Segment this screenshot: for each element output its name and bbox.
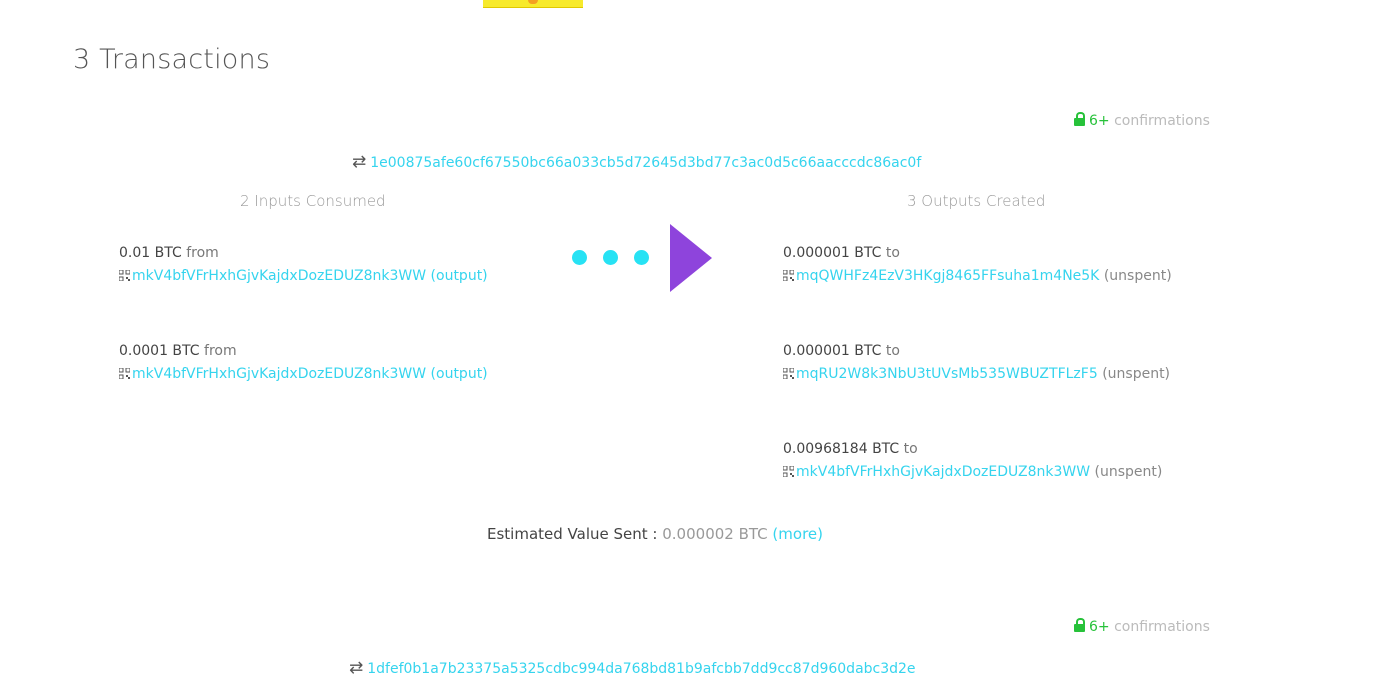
qr-code-icon[interactable]	[119, 270, 130, 281]
confirmations-badge: 6+ confirmations	[1074, 112, 1210, 129]
input-amount: 0.01 BTC	[119, 245, 182, 261]
flow-arrow-head	[670, 224, 712, 292]
swap-arrows-icon: ⇄	[352, 152, 367, 172]
output-status: (unspent)	[1103, 268, 1172, 284]
confirmations-count: 6+	[1089, 113, 1110, 129]
tx-hash-link[interactable]: 1dfef0b1a7b23375a5325cdbc994da768bd81b9a…	[367, 661, 915, 677]
confirmations-badge: 6+ confirmations	[1074, 618, 1210, 635]
output-amount: 0.00968184 BTC	[783, 441, 900, 457]
estimated-value-sent: Estimated Value Sent : 0.000002 BTC (mor…	[487, 525, 823, 543]
site-logo-fragment[interactable]	[483, 0, 583, 8]
inputs-heading: 2 Inputs Consumed	[240, 192, 386, 210]
qr-code-icon[interactable]	[783, 368, 794, 379]
output-address-link[interactable]: mkV4bfVFrHxhGjvKajdxDozEDUZ8nk3WW	[796, 464, 1090, 480]
output-amount: 0.000001 BTC	[783, 245, 882, 261]
outputs-heading: 3 Outputs Created	[907, 192, 1046, 210]
confirmations-label: confirmations	[1114, 619, 1210, 635]
qr-code-icon[interactable]	[783, 466, 794, 477]
output-to-label: to	[903, 441, 918, 457]
page-title: 3 Transactions	[73, 44, 271, 75]
tx-hash-link[interactable]: 1e00875afe60cf67550bc66a033cb5d72645d3bd…	[370, 155, 921, 171]
output-address-link[interactable]: mqRU2W8k3NbU3tUVsMb535WBUZTFLzF5	[796, 366, 1098, 382]
input-item: 0.0001 BTC from mkV4bfVFrHxhGjvKajdxDozE…	[119, 340, 488, 386]
input-from-label: from	[204, 343, 237, 359]
more-link[interactable]: (more)	[772, 525, 823, 543]
flow-dot	[572, 250, 587, 265]
output-amount: 0.000001 BTC	[783, 343, 882, 359]
tx-hash-row: ⇄ 1dfef0b1a7b23375a5325cdbc994da768bd81b9…	[349, 658, 916, 678]
input-address-link[interactable]: mkV4bfVFrHxhGjvKajdxDozEDUZ8nk3WW	[132, 268, 426, 284]
input-from-label: from	[186, 245, 219, 261]
tx-hash-row: ⇄ 1e00875afe60cf67550bc66a033cb5d72645d3b…	[352, 152, 921, 172]
estimated-value: 0.000002 BTC	[662, 525, 768, 543]
logo-mark	[528, 0, 538, 4]
flow-dot	[603, 250, 618, 265]
qr-code-icon[interactable]	[119, 368, 130, 379]
confirmations-label: confirmations	[1114, 113, 1210, 129]
swap-arrows-icon: ⇄	[349, 658, 364, 678]
confirmations-count: 6+	[1089, 619, 1110, 635]
output-address-link[interactable]: mqQWHFz4EzV3HKgj8465FFsuha1m4Ne5K	[796, 268, 1099, 284]
output-to-label: to	[885, 343, 900, 359]
input-amount: 0.0001 BTC	[119, 343, 200, 359]
output-to-label: to	[885, 245, 900, 261]
estimated-label: Estimated Value Sent :	[487, 525, 658, 543]
input-output-link[interactable]: (output)	[431, 268, 488, 284]
input-item: 0.01 BTC from mkV4bfVFrHxhGjvKajdxDozEDU…	[119, 242, 488, 288]
input-output-link[interactable]: (output)	[431, 366, 488, 382]
output-status: (unspent)	[1094, 464, 1163, 480]
lock-icon	[1074, 618, 1085, 632]
lock-icon	[1074, 112, 1085, 126]
input-address-link[interactable]: mkV4bfVFrHxhGjvKajdxDozEDUZ8nk3WW	[132, 366, 426, 382]
qr-code-icon[interactable]	[783, 270, 794, 281]
output-item: 0.00968184 BTC to mkV4bfVFrHxhGjvKajdxDo…	[783, 438, 1162, 484]
output-item: 0.000001 BTC to mqQWHFz4EzV3HKgj8465FFsu…	[783, 242, 1172, 288]
flow-dot	[634, 250, 649, 265]
output-status: (unspent)	[1102, 366, 1171, 382]
output-item: 0.000001 BTC to mqRU2W8k3NbU3tUVsMb535WB…	[783, 340, 1170, 386]
flow-arrow-icon	[570, 222, 720, 294]
